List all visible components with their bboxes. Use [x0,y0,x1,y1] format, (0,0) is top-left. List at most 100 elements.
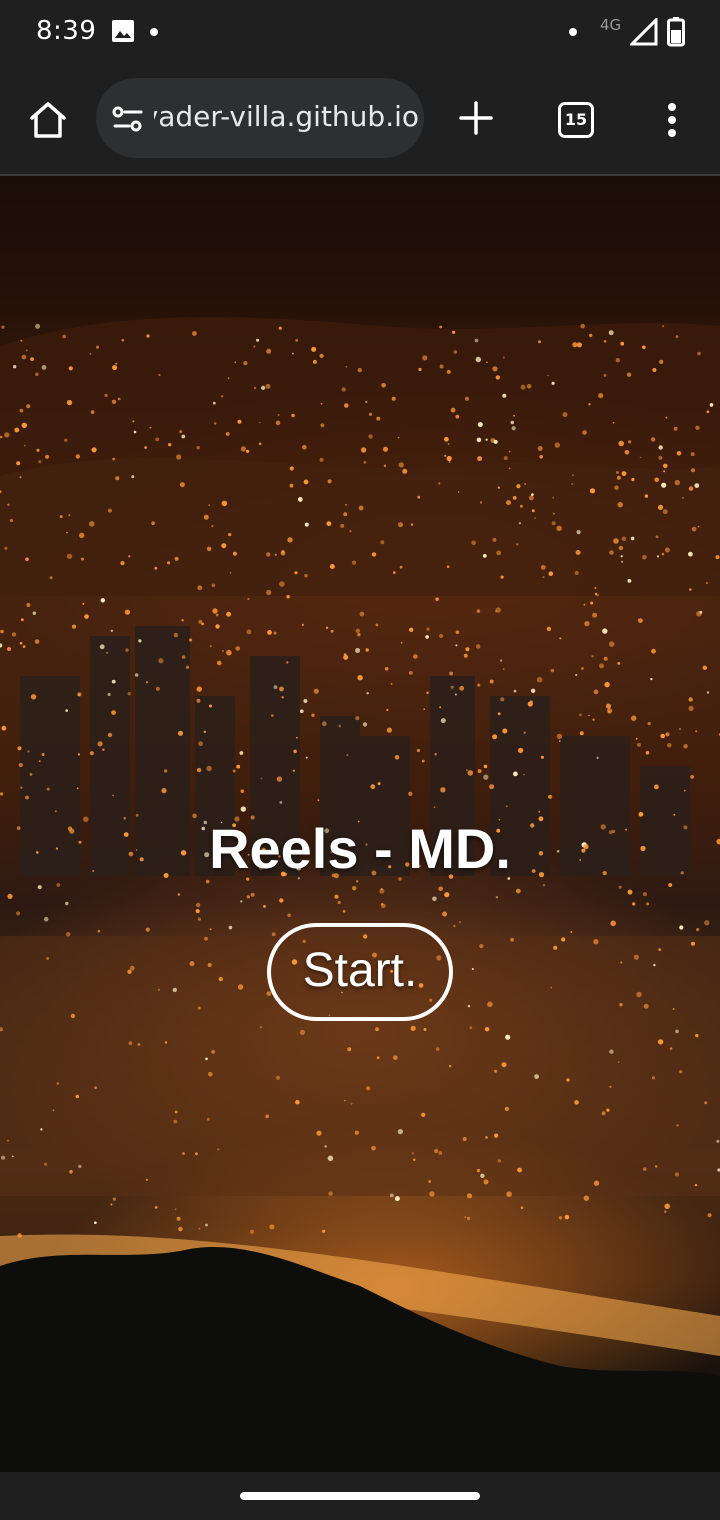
city-light [197,1006,201,1010]
city-light [513,689,517,693]
city-light [106,651,109,654]
city-light [225,432,230,436]
city-light [661,552,665,556]
city-light [324,1145,327,1148]
city-light [56,1082,60,1085]
city-light [277,414,280,416]
city-light [44,1162,48,1166]
city-light [639,456,642,459]
city-light [398,522,403,528]
city-light [602,628,608,634]
city-light [542,576,545,579]
city-light [608,641,615,647]
city-light [425,635,429,639]
city-light [174,556,179,561]
city-light [240,900,243,903]
city-light [637,742,641,747]
city-light [325,626,329,629]
city-light [243,361,248,366]
city-light [340,523,345,528]
city-light [579,731,584,736]
city-light [266,348,272,354]
city-light [615,358,621,363]
city-light [99,644,105,650]
city-light [375,1027,379,1032]
city-light [11,632,17,637]
city-light [609,1049,614,1054]
city-light [434,1148,439,1154]
url-text[interactable]: vader-villa.github.io [154,100,419,136]
city-light [673,426,678,431]
city-light [149,426,152,429]
city-light [112,1197,116,1201]
city-light [435,1047,440,1051]
city-light [551,381,555,385]
city-light [381,383,386,388]
city-light [531,493,534,496]
city-light [501,1062,507,1068]
city-light [616,471,619,474]
city-light [428,1180,432,1183]
city-light [365,648,369,652]
city-light [25,795,29,800]
start-button[interactable]: Start. [267,923,453,1021]
city-light [344,403,349,408]
city-light [212,608,218,614]
city-light [29,773,33,776]
city-light [642,345,646,350]
city-light [668,883,673,887]
city-light [452,330,456,334]
new-tab-button[interactable] [456,98,496,138]
city-light [464,1216,467,1219]
city-light [49,576,53,580]
home-button[interactable] [24,96,72,144]
city-light [220,395,224,398]
city-light [319,353,324,358]
more-menu-button[interactable] [660,100,684,140]
city-light [617,502,623,508]
city-light [574,571,579,575]
city-light [658,455,663,460]
city-light [554,442,560,448]
city-light [529,495,534,501]
city-light [366,1086,371,1091]
city-light [683,789,686,792]
city-light [26,404,31,409]
city-light [145,927,150,932]
city-light [137,1043,141,1046]
city-light [500,697,505,702]
city-light [467,1216,471,1221]
city-light [654,477,659,483]
city-light [547,374,549,377]
gesture-handle[interactable] [240,1492,480,1500]
city-light [358,505,364,511]
city-light [343,654,349,660]
city-light [281,696,284,699]
city-light [286,595,290,599]
city-light [494,1069,498,1073]
site-settings-icon[interactable] [112,105,144,138]
city-light [435,597,439,601]
city-light [651,1076,656,1080]
city-light [566,1078,570,1082]
url-bar[interactable]: vader-villa.github.io [96,78,424,158]
tab-switcher-button[interactable]: 15 [558,102,594,138]
city-light [642,892,648,897]
city-light [487,1001,493,1008]
city-light [7,647,11,651]
city-light [492,537,497,542]
city-light [608,330,614,336]
city-light [467,1004,471,1008]
city-light [232,769,236,773]
city-light [423,708,426,711]
city-light [627,579,632,583]
city-light [158,658,164,664]
city-light [593,689,599,695]
city-light [301,623,304,626]
city-light [429,1191,435,1197]
city-light [561,937,566,942]
city-light [132,420,135,423]
city-light [115,476,120,481]
city-light [467,770,474,776]
city-light [434,753,437,756]
